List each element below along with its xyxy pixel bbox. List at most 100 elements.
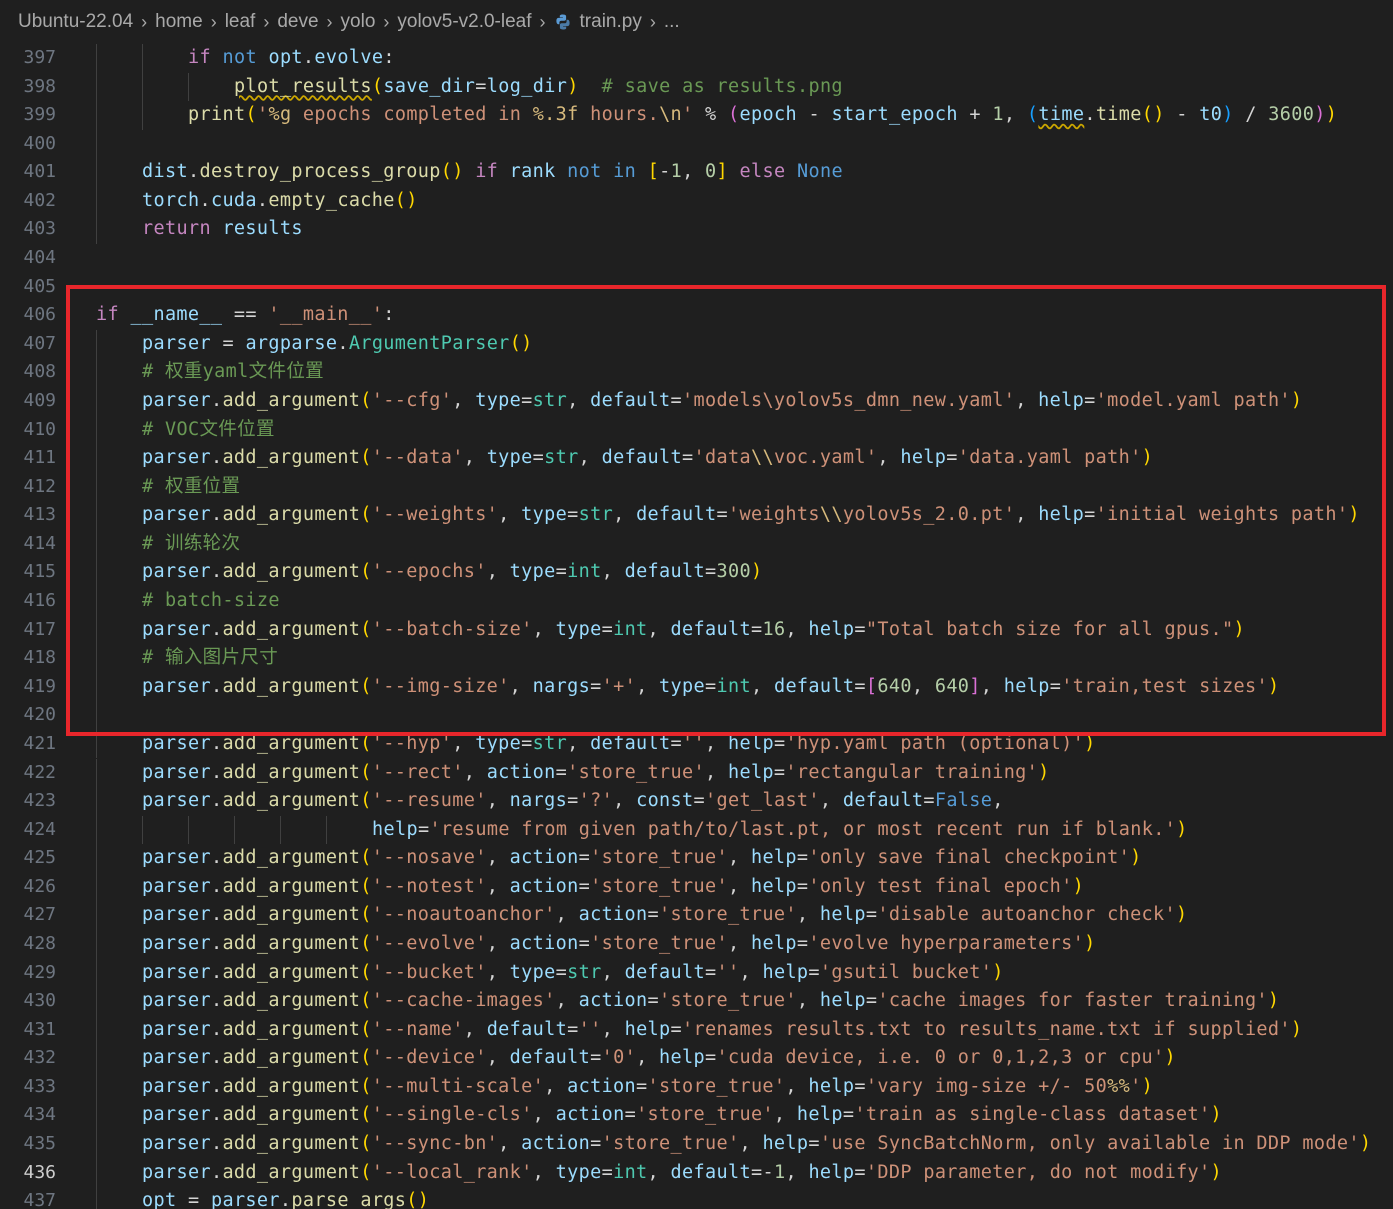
code-line[interactable]: 432 parser.add_argument('--device', defau…: [0, 1044, 1393, 1073]
code-line[interactable]: 403 return results: [0, 215, 1393, 245]
indent-guide: [96, 901, 97, 930]
indent-guide: [96, 386, 97, 416]
line-number: 418: [23, 647, 56, 669]
code-line[interactable]: 410 # VOC文件位置: [0, 415, 1393, 445]
code-line[interactable]: 418 # 输入图片尺寸: [0, 644, 1393, 673]
code-text: parser.add_argument('--img-size', nargs=…: [142, 673, 1280, 702]
code-token: '--data': [371, 447, 464, 469]
breadcrumb-more[interactable]: ...: [664, 11, 680, 33]
code-token: print: [188, 104, 246, 126]
code-line[interactable]: 414 # 训练轮次: [0, 529, 1393, 559]
code-token: '--cache-images': [371, 990, 556, 1012]
code-token: (: [360, 1133, 372, 1155]
code-token: default: [590, 732, 671, 754]
code-token: ): [1141, 1075, 1154, 1097]
code-line[interactable]: 415 parser.add_argument('--epochs', type=…: [0, 558, 1393, 588]
code-token: ]: [716, 161, 729, 183]
code-line[interactable]: 436 parser.add_argument('--local_rank', t…: [0, 1158, 1393, 1188]
code-token: (: [360, 932, 372, 954]
code-line[interactable]: 423 parser.add_argument('--resume', nargs…: [0, 787, 1393, 816]
code-token: type: [509, 961, 556, 983]
code-token: parser: [142, 504, 211, 526]
code-line[interactable]: 422 parser.add_argument('--rect', action=…: [0, 758, 1393, 788]
code-line[interactable]: 426 parser.add_argument('--notest', actio…: [0, 872, 1393, 902]
code-token: =: [475, 75, 487, 97]
code-token: ,: [601, 961, 625, 983]
code-line[interactable]: 398 plot_results(save_dir=log_dir) # save…: [0, 72, 1393, 102]
code-line[interactable]: 416 # batch-size: [0, 587, 1393, 616]
code-token: 'data: [693, 447, 751, 469]
code-line[interactable]: 429 parser.add_argument('--bucket', type=…: [0, 958, 1393, 988]
code-line[interactable]: 434 parser.add_argument('--single-cls', a…: [0, 1101, 1393, 1131]
code-line[interactable]: 401 dist.destroy_process_group() if rank …: [0, 158, 1393, 187]
code-line[interactable]: 437 opt = parser.parse_args(): [0, 1187, 1393, 1209]
code-token: nargs: [509, 790, 568, 812]
code-token: =: [808, 1133, 820, 1155]
breadcrumb-item[interactable]: yolo: [341, 11, 376, 33]
code-token: ): [1176, 904, 1188, 926]
code-token: =: [854, 618, 866, 640]
code-line[interactable]: 435 parser.add_argument('--sync-bn', acti…: [0, 1130, 1393, 1159]
code-text: plot_results(save_dir=log_dir) # save as…: [234, 73, 843, 102]
breadcrumb-item[interactable]: train.py: [580, 11, 642, 33]
code-line[interactable]: 431 parser.add_argument('--name', default…: [0, 1015, 1393, 1045]
code-token: =: [578, 847, 591, 869]
code-line[interactable]: 419 parser.add_argument('--img-size', nar…: [0, 672, 1393, 702]
code-line[interactable]: 427 parser.add_argument('--noautoanchor',…: [0, 901, 1393, 930]
code-token: %: [705, 104, 717, 126]
code-line[interactable]: 405: [0, 273, 1393, 302]
code-line[interactable]: 397 if not opt.evolve:: [0, 44, 1393, 73]
code-line[interactable]: 409 parser.add_argument('--cfg', type=str…: [0, 386, 1393, 416]
code-line[interactable]: 417 parser.add_argument('--batch-size', t…: [0, 615, 1393, 645]
code-token: '': [716, 961, 740, 983]
code-line[interactable]: 425 parser.add_argument('--nosave', actio…: [0, 844, 1393, 873]
code-line[interactable]: 430 parser.add_argument('--cache-images',…: [0, 987, 1393, 1016]
code-line[interactable]: 408 # 权重yaml文件位置: [0, 358, 1393, 387]
code-line[interactable]: 428 parser.add_argument('--evolve', actio…: [0, 929, 1393, 959]
code-token: =: [590, 675, 602, 697]
code-token: 'store_true': [636, 1104, 774, 1126]
code-token: parser: [142, 904, 211, 926]
code-line[interactable]: 420: [0, 701, 1393, 730]
code-line[interactable]: 411 parser.add_argument('--data', type=st…: [0, 444, 1393, 473]
code-token: (: [245, 104, 257, 126]
code-line[interactable]: 412 # 权重位置: [0, 472, 1393, 502]
code-token: help: [808, 1075, 855, 1097]
code-token: help: [624, 1018, 671, 1040]
code-token: if: [188, 47, 211, 68]
code-token: action: [578, 904, 648, 926]
indent-guide: [326, 815, 327, 845]
line-number: 415: [23, 561, 56, 583]
code-token: parser: [142, 1161, 211, 1183]
code-token: (: [360, 732, 372, 754]
code-line[interactable]: 402 torch.cuda.empty_cache(): [0, 186, 1393, 216]
code-token: save_dir: [383, 75, 476, 97]
code-token: =: [555, 961, 568, 983]
code-line[interactable]: 421 parser.add_argument('--hyp', type=str…: [0, 729, 1393, 759]
breadcrumb-item[interactable]: home: [155, 11, 203, 33]
code-line[interactable]: 424 help='resume from given path/to/last.…: [0, 815, 1393, 845]
code-token: ,: [486, 875, 510, 897]
code-token: '--noautoanchor': [371, 904, 556, 926]
breadcrumb-item[interactable]: deve: [277, 11, 318, 33]
breadcrumb-item[interactable]: yolov5-v2.0-leaf: [397, 11, 531, 33]
code-token: .: [1084, 104, 1096, 126]
code-editor[interactable]: 397 if not opt.evolve: 398 plot_results(sav…: [0, 44, 1393, 1209]
code-line[interactable]: 406 if __name__ == '__main__':: [0, 301, 1393, 330]
code-line[interactable]: 400: [0, 129, 1393, 159]
code-line[interactable]: 407 parser = argparse.ArgumentParser(): [0, 329, 1393, 359]
code-token: \\: [819, 504, 843, 526]
code-line[interactable]: 413 parser.add_argument('--weights', type…: [0, 501, 1393, 530]
code-token: =: [222, 332, 234, 354]
code-line[interactable]: 433 parser.add_argument('--multi-scale', …: [0, 1072, 1393, 1102]
code-line[interactable]: 404: [0, 244, 1393, 273]
breadcrumb-item[interactable]: leaf: [225, 11, 256, 33]
code-token: ): [1268, 675, 1280, 697]
code-token: str: [532, 732, 568, 754]
code-token: # save as results.png: [601, 75, 843, 97]
breadcrumb-item[interactable]: Ubuntu-22.04: [18, 11, 133, 33]
code-line[interactable]: 399 print('%g epochs completed in %.3f ho…: [0, 101, 1393, 130]
